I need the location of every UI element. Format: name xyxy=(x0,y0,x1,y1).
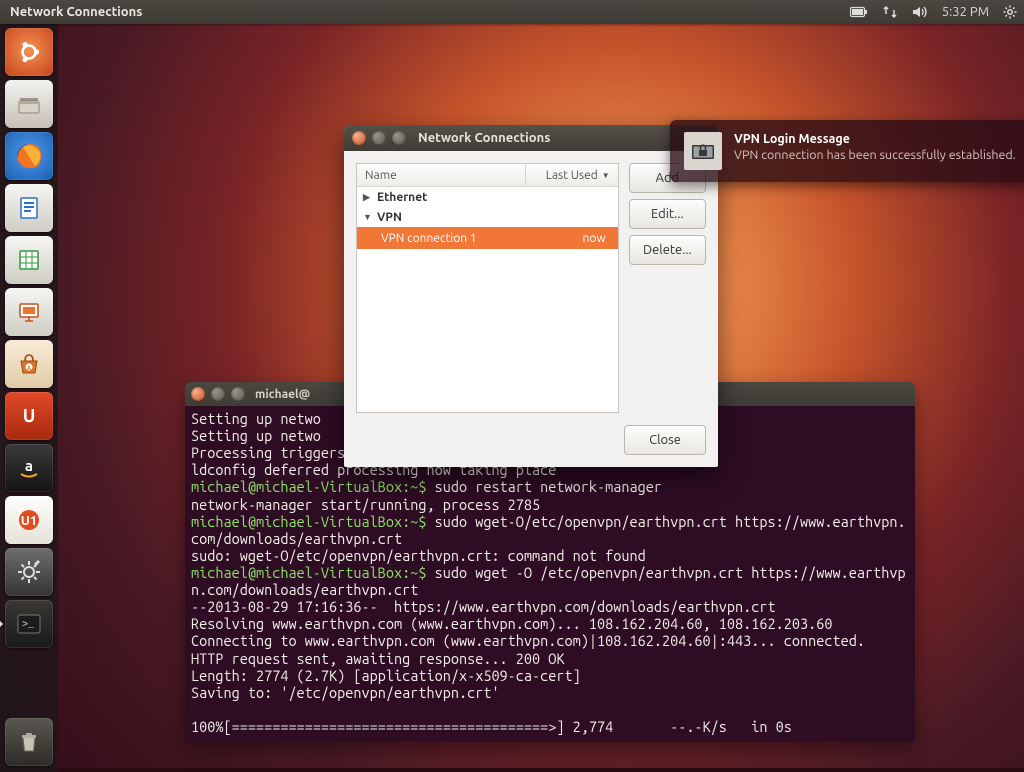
battery-indicator-icon[interactable] xyxy=(843,0,875,24)
sort-arrow-icon: ▼ xyxy=(602,171,610,180)
top-panel: Network Connections 5:32 PM xyxy=(0,0,1024,24)
column-lastused-header[interactable]: Last Used ▼ xyxy=(526,164,618,186)
active-app-title: Network Connections xyxy=(0,5,142,19)
maximize-icon[interactable] xyxy=(392,131,406,145)
connection-vpn-1[interactable]: VPN connection 1 now xyxy=(357,227,618,249)
launcher-writer[interactable] xyxy=(5,184,53,232)
clock[interactable]: 5:32 PM xyxy=(935,0,996,24)
minimize-icon[interactable] xyxy=(372,131,386,145)
close-icon[interactable] xyxy=(191,387,205,401)
launcher-software-center[interactable]: A xyxy=(5,340,53,388)
launcher-files[interactable] xyxy=(5,80,53,128)
dialog-title: Network Connections xyxy=(418,131,550,145)
running-pip-icon xyxy=(0,620,3,628)
connection-group-ethernet[interactable]: ▶ Ethernet xyxy=(357,187,618,207)
minimize-icon[interactable] xyxy=(211,387,225,401)
connection-lastused: now xyxy=(583,232,612,245)
notification-title: VPN Login Message xyxy=(734,132,1016,146)
column-lastused-label: Last Used xyxy=(546,169,598,182)
edit-button[interactable]: Edit... xyxy=(629,199,706,229)
expand-expanded-icon: ▼ xyxy=(363,212,373,222)
launcher-terminal[interactable]: >_ xyxy=(5,600,53,648)
vpn-login-notification[interactable]: VPN Login Message VPN connection has bee… xyxy=(670,120,1024,182)
session-gear-icon[interactable] xyxy=(996,0,1024,24)
dialog-titlebar[interactable]: Network Connections xyxy=(344,125,718,151)
notification-body: VPN connection has been successfully est… xyxy=(734,148,1016,164)
close-icon[interactable] xyxy=(352,131,366,145)
launcher-firefox[interactable] xyxy=(5,132,53,180)
launcher-ubuntu-one[interactable]: U xyxy=(5,392,53,440)
launcher-amazon[interactable]: a xyxy=(5,444,53,492)
svg-text:>_: >_ xyxy=(22,620,35,631)
connections-tree[interactable]: Name Last Used ▼ ▶ Ethernet ▼ VPN VPN co… xyxy=(356,163,619,413)
launcher-dash-home[interactable] xyxy=(5,28,53,76)
launcher-ubuntu-one-music[interactable]: U1 xyxy=(5,496,53,544)
lock-icon xyxy=(684,132,722,170)
svg-text:U: U xyxy=(23,406,36,426)
connection-group-vpn[interactable]: ▼ VPN xyxy=(357,207,618,227)
connection-label: VPN connection 1 xyxy=(381,232,477,245)
delete-button[interactable]: Delete... xyxy=(629,235,706,265)
sound-indicator-icon[interactable] xyxy=(905,0,935,24)
maximize-icon[interactable] xyxy=(231,387,245,401)
expand-collapsed-icon: ▶ xyxy=(363,192,373,203)
column-name-header[interactable]: Name xyxy=(357,164,526,186)
launcher-calc[interactable] xyxy=(5,236,53,284)
unity-launcher: A U a U1 >_ xyxy=(0,24,58,772)
launcher-impress[interactable] xyxy=(5,288,53,336)
group-label: VPN xyxy=(377,211,402,224)
network-indicator-icon[interactable] xyxy=(875,0,905,24)
group-label: Ethernet xyxy=(377,191,427,204)
close-button[interactable]: Close xyxy=(624,425,706,455)
launcher-system-settings[interactable] xyxy=(5,548,53,596)
launcher-trash[interactable] xyxy=(5,718,53,766)
svg-text:U1: U1 xyxy=(21,514,37,528)
terminal-title: michael@ xyxy=(255,388,310,401)
network-connections-dialog: Network Connections Name Last Used ▼ ▶ E… xyxy=(344,125,718,467)
svg-text:a: a xyxy=(25,457,33,474)
